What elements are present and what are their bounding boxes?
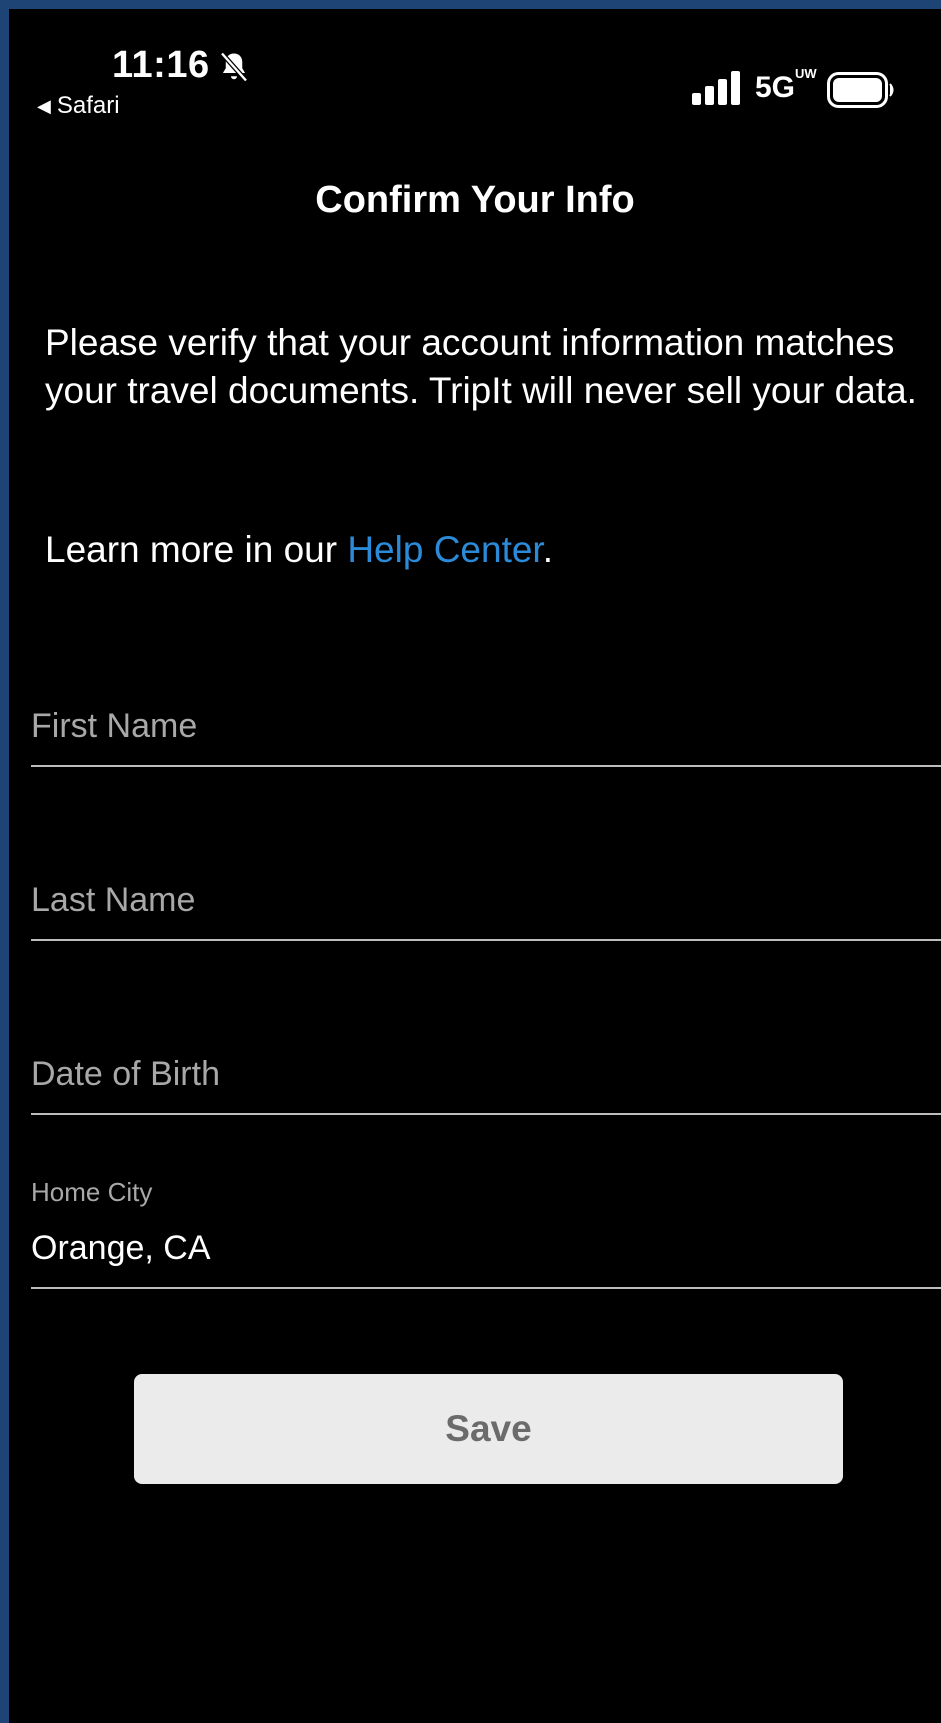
first-name-placeholder: First Name <box>31 707 198 745</box>
cellular-signal-icon <box>692 71 740 105</box>
learn-more-text: Learn more in our Help Center. <box>45 529 553 571</box>
first-name-field[interactable]: First Name <box>31 699 941 767</box>
last-name-placeholder: Last Name <box>31 881 196 919</box>
back-to-safari-link[interactable]: ◀ Safari <box>37 92 120 120</box>
back-triangle-icon: ◀ <box>37 95 51 116</box>
network-sup-label: UW <box>795 66 817 81</box>
date-of-birth-placeholder: Date of Birth <box>31 1055 220 1093</box>
help-center-link[interactable]: Help Center <box>347 529 542 570</box>
date-of-birth-field[interactable]: Date of Birth <box>31 1047 941 1115</box>
home-city-field[interactable]: Home City Orange, CA <box>31 1177 941 1289</box>
screen: 11:16 ◀ Safari 5GUW Confirm Your Info Pl… <box>9 9 941 1723</box>
home-city-value: Orange, CA <box>31 1229 211 1267</box>
learn-more-prefix: Learn more in our <box>45 529 348 570</box>
back-app-label: Safari <box>56 92 120 119</box>
learn-more-suffix: . <box>542 529 553 570</box>
battery-icon <box>827 72 894 108</box>
save-button[interactable]: Save <box>134 1374 843 1484</box>
info-description: Please verify that your account informat… <box>45 322 917 411</box>
network-indicator: 5GUW <box>755 67 817 105</box>
home-city-label: Home City <box>31 1177 153 1207</box>
status-time: 11:16 <box>112 44 210 86</box>
last-name-field[interactable]: Last Name <box>31 873 941 941</box>
network-label: 5G <box>755 71 796 104</box>
bell-slash-icon <box>220 51 248 83</box>
page-title: Confirm Your Info <box>315 179 635 221</box>
